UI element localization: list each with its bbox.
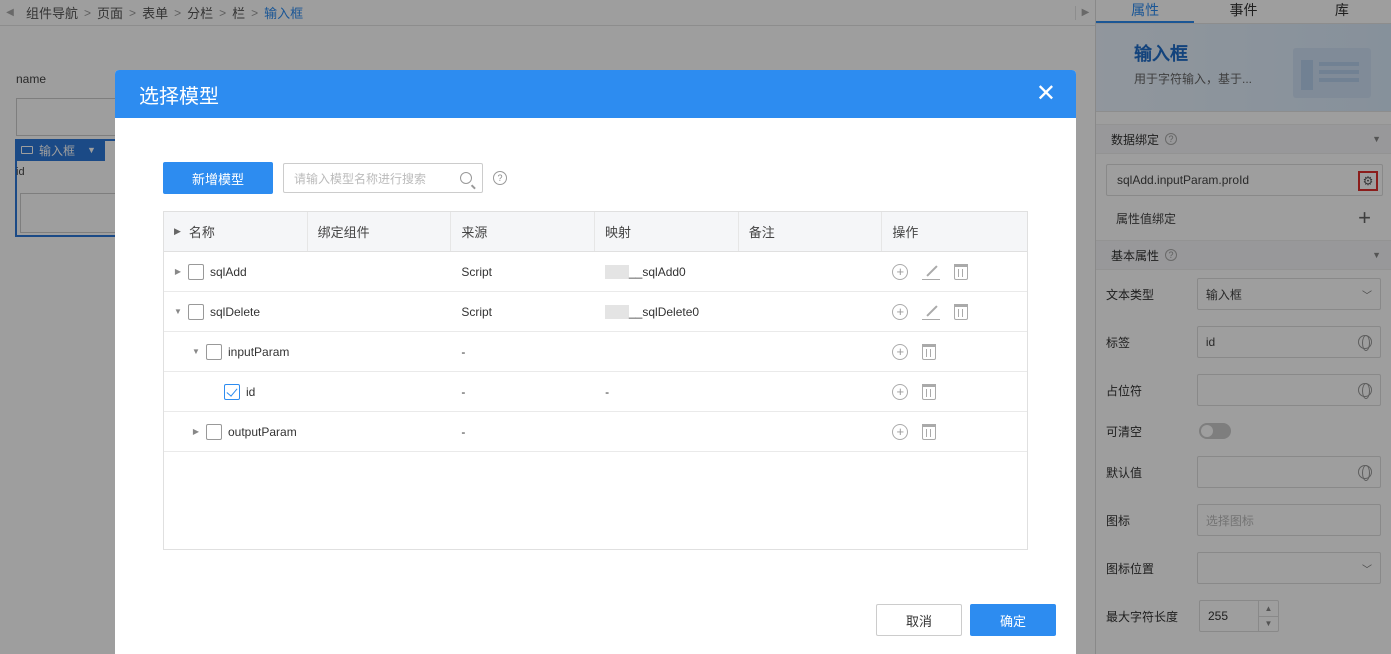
name-cell: id [164,372,308,411]
source-cell: Script [461,264,493,279]
redacted-block [605,304,629,319]
row-checkbox[interactable] [206,343,222,360]
dialog-footer: 取消 确定 [876,604,1056,636]
caret-right-icon[interactable]: ▶ [172,267,184,276]
column-header: 操作 [892,225,919,240]
dialog-header: 选择模型 ✕ [115,70,1076,118]
dialog-title: 选择模型 [139,85,219,108]
trash-icon[interactable] [922,383,937,400]
name-cell: ▶ sqlAdd [164,252,308,291]
trash-icon[interactable] [954,263,969,280]
note-cell [739,292,883,331]
column-header: ▶ 名称 [164,212,308,251]
caret-right-icon[interactable]: ▶ [174,226,181,237]
column-header: 绑定组件 [308,212,452,251]
source-cell: - [461,424,466,439]
trash-icon[interactable] [922,343,937,360]
redacted-block [605,264,629,279]
table-row[interactable]: ▼ sqlDelete Script __sqlDelete0 + [164,292,1027,332]
trash-icon[interactable] [954,303,969,320]
mapping-cell: - [605,384,610,399]
row-checkbox[interactable] [206,423,222,440]
add-circle-icon[interactable]: + [892,263,909,280]
bound-component-cell [308,332,452,371]
actions-cell: + [882,332,1027,371]
actions-cell: + [882,372,1027,411]
bound-component-cell [308,372,452,411]
column-header: 映射 [595,212,739,251]
actions-cell: + [882,252,1027,291]
dialog-toolbar: 新增模型 请输入模型名称进行搜索 ? [163,162,507,194]
table-row[interactable]: ▼ inputParam - + [164,332,1027,372]
close-icon[interactable]: ✕ [1036,82,1056,106]
mapping-cell [595,412,739,451]
search-icon[interactable] [460,172,472,184]
row-checkbox[interactable] [188,303,204,320]
cancel-button[interactable]: 取消 [876,604,962,636]
table-header: ▶ 名称 绑定组件 来源 映射 备注 操作 [164,212,1027,252]
edit-icon[interactable] [922,304,941,320]
source-cell: - [461,344,466,359]
add-circle-icon[interactable]: + [892,423,909,440]
actions-cell: + [882,292,1027,331]
bound-component-cell [308,412,452,451]
select-model-dialog: 选择模型 ✕ 新增模型 请输入模型名称进行搜索 ? ▶ 名称 绑定组件 来源 映射… [115,70,1076,654]
confirm-button[interactable]: 确定 [970,604,1056,636]
bound-component-cell [308,252,452,291]
source-cell: - [461,384,466,399]
mapping-cell: __sqlDelete0 [595,292,739,331]
note-cell [739,332,883,371]
name-cell: ▼ sqlDelete [164,292,308,331]
table-row[interactable]: id - - + [164,372,1027,412]
caret-down-icon[interactable]: ▼ [172,307,184,316]
note-cell [739,412,883,451]
column-header: 备注 [739,212,883,251]
mapping-cell [595,332,739,371]
caret-down-icon[interactable]: ▼ [190,347,202,356]
help-icon[interactable]: ? [493,171,507,185]
actions-cell: + [882,412,1027,451]
search-placeholder: 请输入模型名称进行搜索 [294,171,427,186]
add-circle-icon[interactable]: + [892,343,909,360]
add-model-button[interactable]: 新增模型 [163,162,273,194]
table-row[interactable]: ▶ sqlAdd Script __sqlAdd0 + [164,252,1027,292]
model-table: ▶ 名称 绑定组件 来源 映射 备注 操作 ▶ sqlAdd Script __s… [163,211,1028,550]
source-cell: Script [461,304,493,319]
edit-icon[interactable] [922,264,941,280]
name-cell: ▼ inputParam [164,332,308,371]
model-search-input[interactable]: 请输入模型名称进行搜索 [283,163,483,193]
table-row[interactable]: ▶ outputParam - + [164,412,1027,452]
mapping-cell: __sqlAdd0 [595,252,739,291]
note-cell [739,252,883,291]
note-cell [739,372,883,411]
trash-icon[interactable] [922,423,937,440]
row-checkbox[interactable] [188,263,204,280]
bound-component-cell [308,292,452,331]
name-cell: ▶ outputParam [164,412,308,451]
add-circle-icon[interactable]: + [892,383,909,400]
row-checkbox-checked[interactable] [224,383,240,400]
add-circle-icon[interactable]: + [892,303,909,320]
column-header: 来源 [451,212,596,251]
caret-right-icon[interactable]: ▶ [190,427,202,436]
